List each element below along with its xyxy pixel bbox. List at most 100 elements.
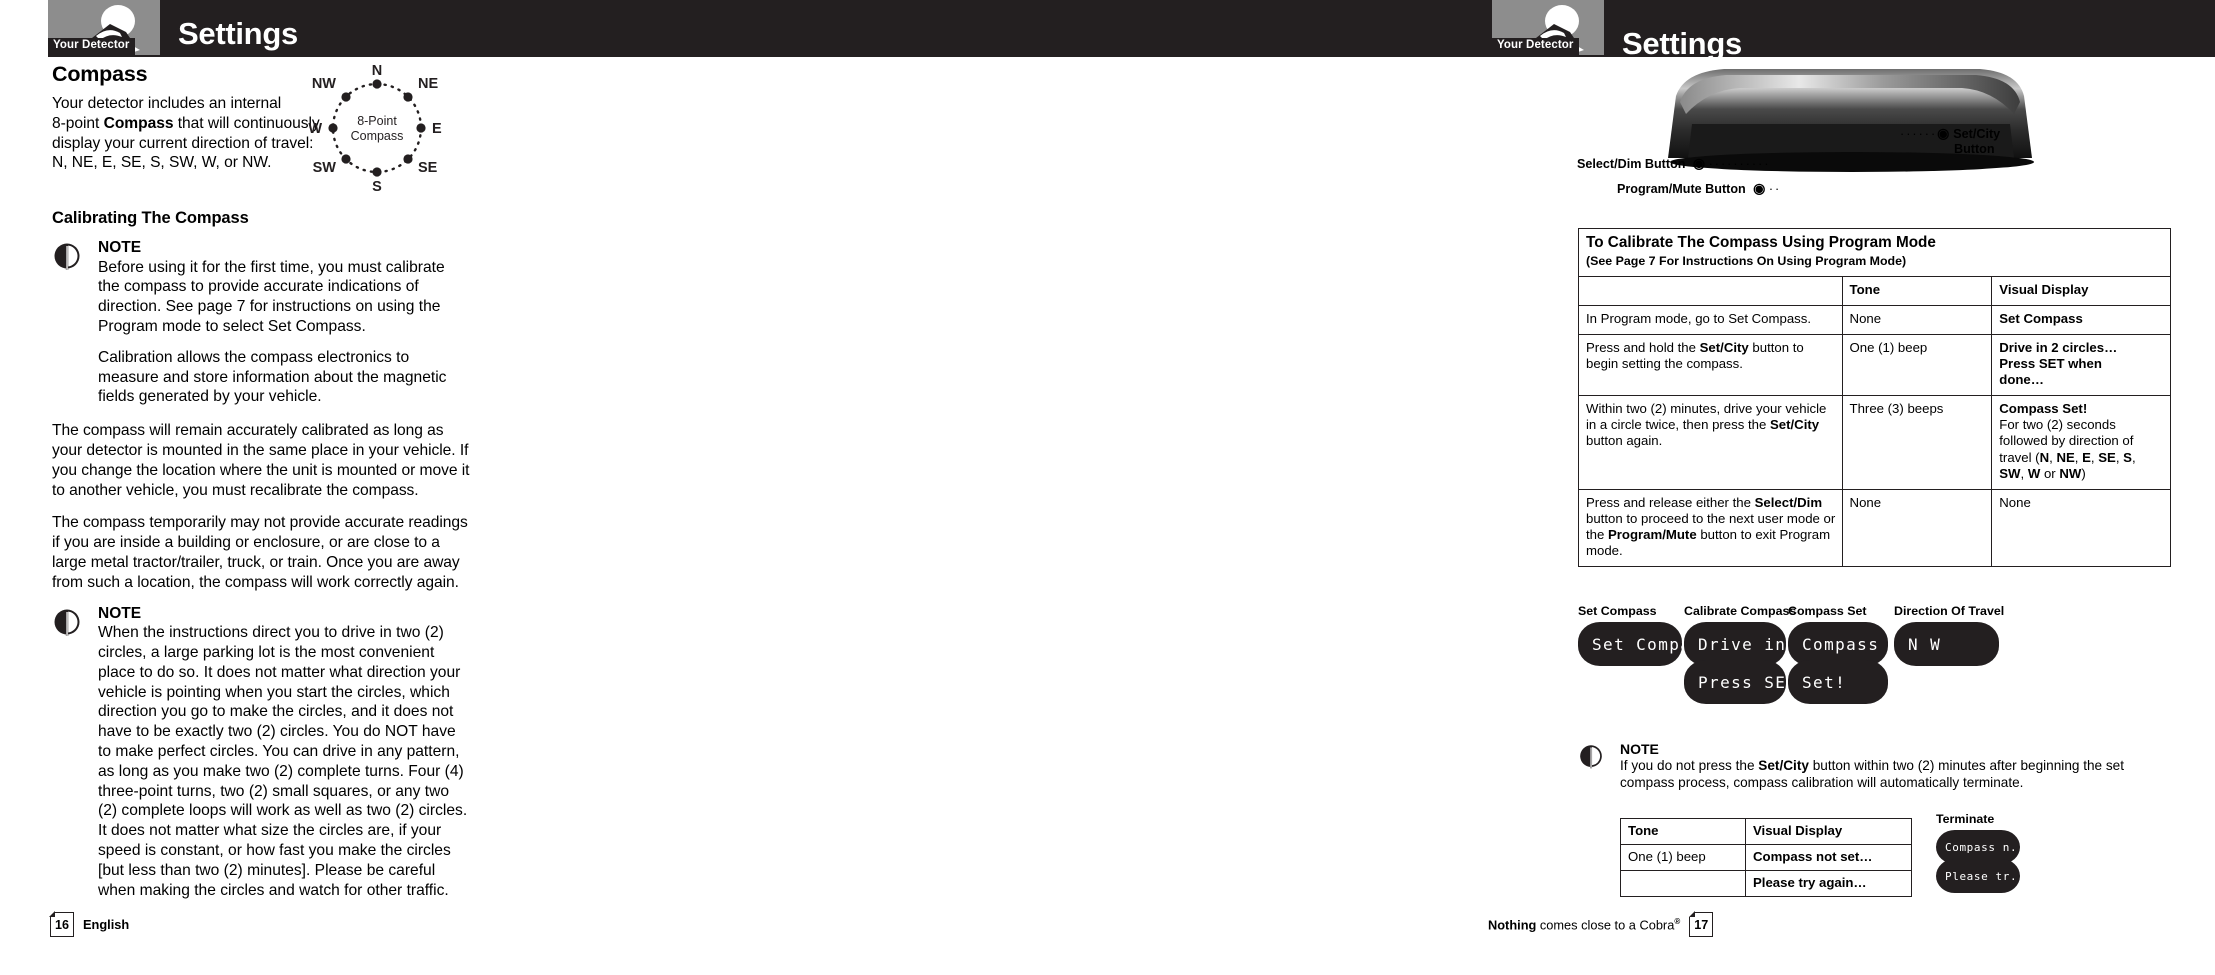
calibrating-subheading: Calibrating The Compass	[52, 209, 249, 228]
footer-registered-mark: ®	[1674, 916, 1681, 926]
compass-rose-icon: N NE E SE S SW W NW 8-Point Compass	[308, 63, 442, 195]
note-2-label: NOTE	[98, 604, 142, 622]
terminate-label: Terminate	[1936, 812, 1995, 826]
left-paragraph-2: The compass temporarily may not provide …	[52, 514, 468, 591]
table-row: One (1) beep Compass not set…	[1620, 843, 1912, 871]
lcd-group: Set Compass Set Compa...	[1578, 604, 1723, 666]
lcd-label: Calibrate Compass	[1684, 604, 1797, 618]
cell-tone: None	[1841, 488, 1993, 568]
note-1-paragraph-1: Before using it for the first time, you …	[98, 258, 445, 336]
note-icon	[54, 243, 80, 271]
table-row: Please try again…	[1620, 869, 1912, 897]
cell-step: Press and release either the Select/Dim …	[1578, 488, 1843, 568]
right-note-block: NOTE If you do not press the Set/City bu…	[1578, 742, 2178, 791]
callout-select-dim: Select/Dim Button ◉ ··········	[1577, 155, 1771, 171]
terminate-header-row: Tone Visual Display	[1620, 818, 1912, 845]
callout-set-city-line2: Button	[1954, 142, 1995, 156]
lcd-label: Direction Of Travel	[1894, 604, 2005, 618]
cell-tone: One (1) beep	[1841, 333, 1993, 397]
col-tone: Tone	[1841, 275, 1993, 306]
left-paragraph-1: The compass will remain accurately calib…	[52, 422, 470, 499]
cell-tone: None	[1841, 304, 1993, 335]
callout-select-dim-label: Select/Dim Button	[1577, 157, 1686, 171]
cell-step: Press and hold the Set/City button to be…	[1578, 333, 1843, 397]
right-page-title: Settings	[1622, 26, 1742, 61]
right-note-text: If you do not press the Set/City button …	[1620, 758, 2125, 791]
note-1-body: Before using it for the first time, you …	[98, 258, 470, 408]
cell-visual: Compass not set…	[1745, 843, 1912, 871]
col-visual-2: Visual Display	[1745, 818, 1912, 845]
manual-spread: Your Detector Settings Your Detector Set…	[0, 0, 2215, 975]
lcd-label: Set Compass	[1578, 604, 1657, 618]
left-page-footer: 16 English	[49, 911, 130, 937]
compass-center-line1: 8-Point	[357, 114, 397, 128]
table-row: In Program mode, go to Set Compass. None S…	[1578, 304, 2171, 335]
svg-text:SE: SE	[418, 160, 438, 176]
svg-text:E: E	[432, 121, 442, 137]
svg-text:W: W	[308, 121, 322, 137]
cell-visual: None	[1991, 488, 2171, 568]
right-page-number: 17	[1688, 911, 1714, 937]
left-header-tag: Your Detector	[48, 38, 135, 55]
lcd-screen: Set Compa...	[1578, 622, 1723, 666]
table-header-row: Tone Visual Display	[1578, 275, 2171, 306]
compass-center-line2: Compass	[351, 129, 404, 143]
intro-bold-compass: Compass	[103, 114, 174, 132]
right-note-label: NOTE	[1620, 741, 1659, 757]
table-subtitle: (See Page 7 For Instructions On Using Pr…	[1578, 253, 2171, 277]
svg-text:NW: NW	[312, 76, 336, 92]
callout-set-city-line1: Set/City	[1953, 127, 2001, 141]
lcd-display-examples: Set Compass Set Compa... Calibrate Compass…	[1578, 604, 2178, 739]
note-block-2: NOTE When the instructions direct you to…	[52, 606, 470, 901]
left-footer-text: English	[83, 917, 130, 932]
eight-point-compass-diagram: N NE E SE S SW W NW 8-Point Compass	[282, 60, 472, 200]
col-visual: Visual Display	[1991, 275, 2171, 306]
note-icon	[54, 609, 80, 636]
table-row: Within two (2) minutes, drive your vehic…	[1578, 395, 2171, 490]
table-title: To Calibrate The Compass Using Program M…	[1578, 227, 2171, 254]
cell-visual: Please try again…	[1745, 869, 1912, 897]
footer-bold-word: Nothing	[1488, 917, 1537, 933]
callout-program-mute: Program/Mute Button ◉ ··	[1617, 180, 1782, 196]
callout-set-city: ······◉ Set/City Button	[1900, 125, 2001, 156]
cell-visual: Drive in 2 circles… Press SET when done…	[1991, 333, 2171, 397]
cell-visual: Compass Set! For two (2) seconds followed…	[1991, 395, 2171, 490]
col-tone-2: Tone	[1620, 818, 1746, 845]
right-footer-text: Nothing comes close to a Cobra®	[1488, 917, 1680, 932]
lcd-screen: Set!	[1788, 660, 1888, 704]
note-2-paragraph-1: When the instructions direct you to driv…	[98, 624, 468, 899]
left-page-title: Settings	[178, 16, 298, 51]
table-row: Press and release either the Select/Dim …	[1578, 488, 2171, 568]
cell-tone: One (1) beep	[1620, 843, 1746, 871]
left-page-number: 16	[49, 911, 74, 937]
cell-tone	[1620, 870, 1746, 897]
svg-text:NE: NE	[418, 76, 438, 92]
lcd-label: Compass Set	[1788, 604, 1867, 618]
cell-step: In Program mode, go to Set Compass.	[1578, 304, 1843, 335]
lcd-group: Calibrate Compass Drive in... Press SET...	[1684, 604, 1829, 704]
right-page-footer: Nothing comes close to a Cobra® 17	[1488, 911, 1714, 937]
svg-text:N: N	[372, 63, 382, 79]
terminate-display-group: Terminate Compass n... Please tr...	[1936, 812, 2031, 893]
note-1-label: NOTE	[98, 239, 142, 257]
svg-text:S: S	[372, 179, 382, 195]
table-row: Press and hold the Set/City button to be…	[1578, 333, 2171, 397]
note-block-1: NOTE Before using it for the first time,…	[52, 240, 470, 407]
svg-text:SW: SW	[313, 160, 337, 176]
col-step	[1578, 275, 1843, 306]
lcd-group: Direction Of Travel N W h	[1894, 604, 2039, 666]
cell-visual: Set Compass	[1991, 304, 2171, 335]
lcd-group: Compass Set Compass Set!	[1788, 604, 1888, 704]
terminate-table: Tone Visual Display One (1) beep Compass no…	[1620, 818, 1912, 897]
cell-tone: Three (3) beeps	[1841, 395, 1993, 490]
calibration-table: To Calibrate The Compass Using Program M…	[1578, 227, 2171, 568]
cell-step: Within two (2) minutes, drive your vehic…	[1578, 395, 1843, 490]
callout-program-mute-label: Program/Mute Button	[1617, 182, 1746, 196]
right-header-tag: Your Detector	[1492, 38, 1579, 55]
note-2-body: When the instructions direct you to driv…	[98, 623, 470, 900]
note-icon	[1580, 745, 1602, 769]
lcd-screen: Press SET...	[1684, 660, 1829, 704]
lcd-screen: N W h	[1894, 622, 2039, 666]
note-1-paragraph-2: Calibration allows the compass electroni…	[98, 348, 447, 406]
lcd-screen: Please tr...	[1936, 859, 2031, 893]
